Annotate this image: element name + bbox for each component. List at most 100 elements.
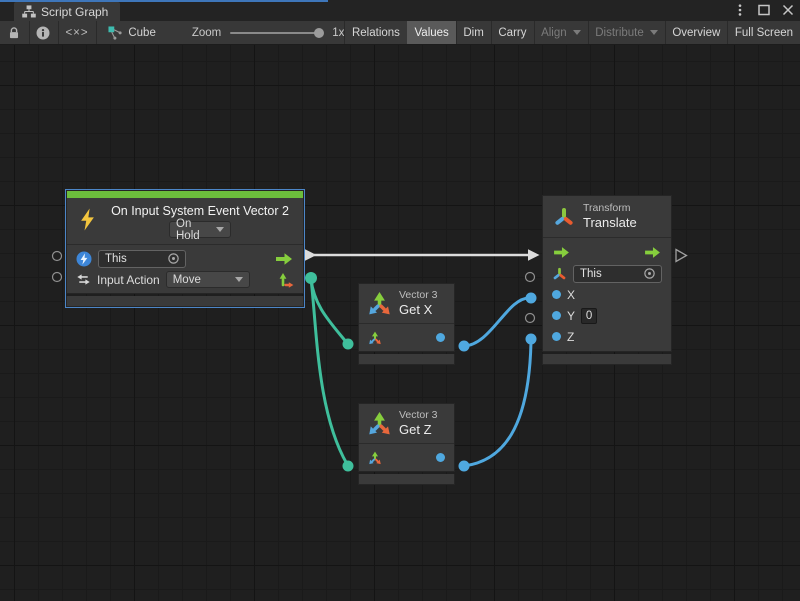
event-header: On Input System Event Vector 2 On Hold bbox=[67, 198, 303, 244]
script-graph-window: Script Graph <×> Cube Zoom 1x bbox=[0, 0, 800, 601]
inspect-button[interactable] bbox=[29, 21, 58, 44]
getz-port-row bbox=[359, 444, 454, 471]
edit-source-button[interactable]: <×> bbox=[58, 21, 96, 44]
node-on-input-system-event[interactable]: On Input System Event Vector 2 On Hold T… bbox=[66, 190, 304, 307]
getz-output-port[interactable] bbox=[436, 453, 445, 462]
getx-output-port[interactable] bbox=[436, 333, 445, 342]
zoom-slider-handle[interactable] bbox=[314, 28, 324, 38]
node-footer bbox=[358, 474, 455, 485]
z-label: Z bbox=[567, 330, 574, 344]
graph-asset-icon bbox=[108, 26, 122, 40]
node-category: Vector 3 bbox=[399, 409, 438, 422]
node-category: Transform bbox=[583, 202, 637, 215]
chevron-down-icon bbox=[216, 227, 224, 232]
node-title: Translate bbox=[583, 215, 637, 231]
target-picker-icon[interactable] bbox=[643, 267, 656, 280]
align-dropdown[interactable]: Align bbox=[534, 21, 588, 44]
flow-output-arrow-icon[interactable] bbox=[643, 246, 662, 259]
event-this-field[interactable]: This bbox=[98, 250, 186, 268]
node-transform-translate[interactable]: Transform Translate This bbox=[542, 195, 672, 365]
window-buttons bbox=[733, 3, 795, 17]
input-action-value: Move bbox=[173, 274, 229, 286]
vector3-icon bbox=[367, 291, 392, 316]
input-action-label: Input Action bbox=[97, 273, 160, 287]
lock-icon bbox=[7, 26, 21, 40]
getx-port-row bbox=[359, 324, 454, 351]
kebab-icon bbox=[738, 3, 742, 17]
carry-toggle[interactable]: Carry bbox=[491, 21, 533, 44]
tab-bar: Script Graph bbox=[0, 0, 800, 21]
translate-z-row: Z bbox=[543, 326, 671, 347]
input-action-dropdown[interactable]: Move bbox=[166, 271, 250, 288]
info-icon bbox=[36, 26, 50, 40]
vector3-icon bbox=[367, 411, 392, 436]
event-mode-value: On Hold bbox=[176, 218, 210, 242]
translate-x-row: X bbox=[543, 284, 671, 305]
graph-asset-label: Cube bbox=[128, 27, 156, 39]
node-vector3-get-z[interactable]: Vector 3 Get Z bbox=[358, 403, 455, 485]
node-title: Get Z bbox=[399, 422, 438, 438]
relations-toggle[interactable]: Relations bbox=[345, 21, 407, 44]
flow-output-arrow-icon[interactable] bbox=[274, 252, 294, 266]
values-toggle[interactable]: Values bbox=[407, 21, 455, 44]
y-value-input[interactable]: 0 bbox=[581, 308, 597, 324]
vector3-input-icon[interactable] bbox=[368, 331, 382, 345]
chevron-down-icon bbox=[235, 277, 243, 282]
input-action-icon bbox=[76, 272, 91, 287]
close-button[interactable] bbox=[781, 3, 795, 17]
hierarchy-icon bbox=[22, 5, 36, 18]
flow-input-arrow-icon[interactable] bbox=[552, 246, 571, 259]
translate-header: Transform Translate bbox=[543, 196, 671, 237]
translate-y-row: Y 0 bbox=[543, 305, 671, 326]
transform-icon-small bbox=[552, 267, 567, 281]
target-picker-icon[interactable] bbox=[167, 252, 180, 265]
node-vector3-get-x[interactable]: Vector 3 Get X bbox=[358, 283, 455, 365]
getz-header: Vector 3 Get Z bbox=[359, 404, 454, 443]
x-port[interactable] bbox=[552, 290, 561, 299]
graph-breadcrumb[interactable]: Cube bbox=[96, 21, 166, 44]
gameobject-icon bbox=[76, 251, 92, 267]
node-title: On Input System Event Vector 2 bbox=[105, 204, 295, 218]
dim-toggle[interactable]: Dim bbox=[456, 21, 490, 44]
zoom-label: Zoom bbox=[192, 27, 221, 39]
fullscreen-button[interactable]: Full Screen bbox=[728, 21, 800, 44]
this-value: This bbox=[580, 268, 639, 280]
chevron-down-icon bbox=[650, 30, 658, 35]
lock-button[interactable] bbox=[0, 21, 29, 44]
event-input-action-row: Input Action Move bbox=[67, 269, 303, 290]
maximize-button[interactable] bbox=[757, 3, 771, 17]
tab-label: Script Graph bbox=[41, 5, 108, 19]
distribute-dropdown[interactable]: Distribute bbox=[588, 21, 665, 44]
overview-button[interactable]: Overview bbox=[665, 21, 727, 44]
node-title: Get X bbox=[399, 302, 438, 318]
chevron-down-icon bbox=[573, 30, 581, 35]
close-icon bbox=[782, 4, 794, 16]
node-footer bbox=[66, 296, 304, 307]
transform-icon bbox=[553, 207, 575, 227]
x-label: X bbox=[567, 288, 575, 302]
y-label: Y bbox=[567, 309, 575, 323]
vector2-output-icon[interactable] bbox=[278, 272, 294, 288]
z-port[interactable] bbox=[552, 332, 561, 341]
y-port[interactable] bbox=[552, 311, 561, 320]
node-category: Vector 3 bbox=[399, 289, 438, 302]
this-value: This bbox=[105, 253, 163, 265]
zoom-control: Zoom 1x bbox=[192, 21, 345, 44]
event-mode-dropdown[interactable]: On Hold bbox=[169, 221, 231, 238]
event-bolt-icon bbox=[79, 208, 96, 231]
zoom-value: 1x bbox=[332, 27, 344, 39]
node-footer bbox=[542, 354, 672, 365]
window-menu-button[interactable] bbox=[733, 3, 747, 17]
tab-script-graph[interactable]: Script Graph bbox=[14, 2, 120, 21]
vector3-input-icon[interactable] bbox=[368, 451, 382, 465]
maximize-icon bbox=[758, 4, 770, 16]
event-this-row: This bbox=[67, 248, 303, 269]
distribute-label: Distribute bbox=[595, 27, 644, 39]
translate-this-field[interactable]: This bbox=[573, 265, 662, 283]
translate-this-row: This bbox=[543, 263, 671, 284]
getx-header: Vector 3 Get X bbox=[359, 284, 454, 323]
zoom-slider[interactable] bbox=[230, 32, 323, 34]
translate-flow-row bbox=[543, 242, 671, 263]
graph-toolbar: <×> Cube Zoom 1x Relations Values Dim Ca… bbox=[0, 21, 800, 45]
node-footer bbox=[358, 354, 455, 365]
